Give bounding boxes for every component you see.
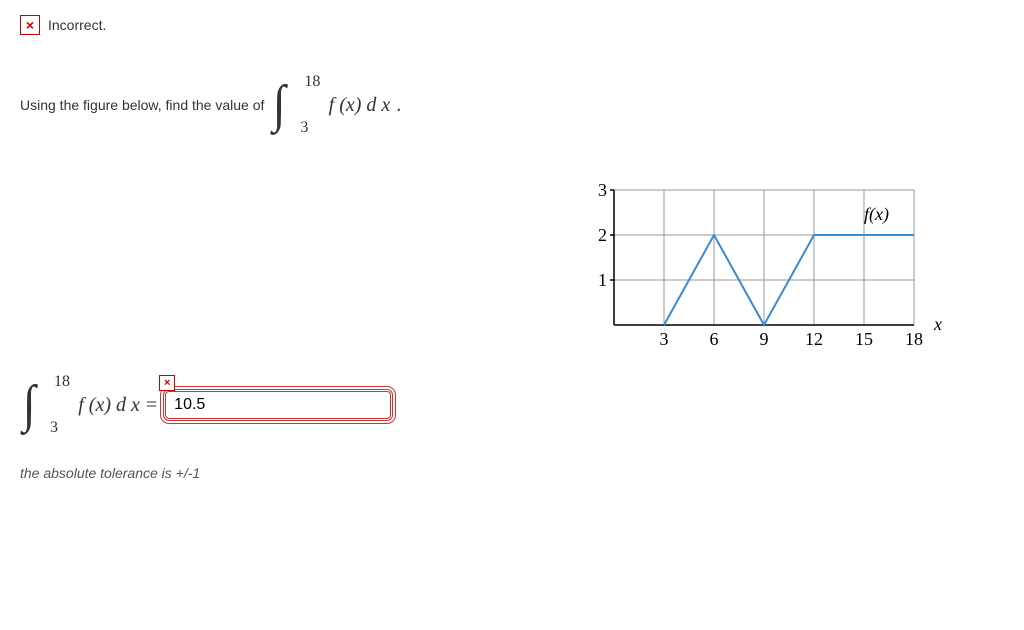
x-tick-15: 15 <box>855 329 873 349</box>
y-tick-1: 1 <box>598 270 607 290</box>
incorrect-icon: × <box>20 15 40 35</box>
integral-symbol-icon: ∫ <box>21 389 37 420</box>
question-prompt: Using the figure below, find the value o… <box>20 75 1004 135</box>
function-label: f(x) <box>864 204 889 225</box>
prompt-lead: Using the figure below, find the value o… <box>20 97 264 113</box>
answer-integrand: f (x) d x <box>78 394 140 417</box>
figure-graph: 1 2 3 3 6 9 12 15 18 f(x) x <box>564 165 944 355</box>
integral-upper-limit: 18 <box>304 73 320 91</box>
answer-integral-lower: 3 <box>50 419 58 437</box>
answer-integral-upper: 18 <box>54 373 70 391</box>
answer-input[interactable] <box>163 389 393 421</box>
incorrect-mark-icon: × <box>159 375 175 391</box>
tolerance-note: the absolute tolerance is +/-1 <box>20 465 1004 481</box>
equals-sign: = <box>146 394 157 417</box>
status-label: Incorrect. <box>48 17 106 33</box>
integral-lower-limit: 3 <box>300 119 308 137</box>
x-tick-12: 12 <box>805 329 823 349</box>
integral-symbol-icon: ∫ <box>271 89 287 120</box>
x-tick-9: 9 <box>760 329 769 349</box>
x-tick-6: 6 <box>710 329 719 349</box>
x-tick-3: 3 <box>660 329 669 349</box>
answer-row: ∫ 18 3 f (x) d x = × <box>20 375 1004 435</box>
x-tick-18: 18 <box>905 329 923 349</box>
status-row: × Incorrect. <box>20 15 1004 35</box>
answer-integral-expression: ∫ 18 3 f (x) d x <box>20 375 140 435</box>
integrand: f (x) d x <box>329 94 391 117</box>
prompt-trail: . <box>396 94 401 117</box>
x-axis-label: x <box>933 314 942 334</box>
y-tick-2: 2 <box>598 225 607 245</box>
y-tick-3: 3 <box>598 180 607 200</box>
integral-expression: ∫ 18 3 f (x) d x <box>270 75 390 135</box>
